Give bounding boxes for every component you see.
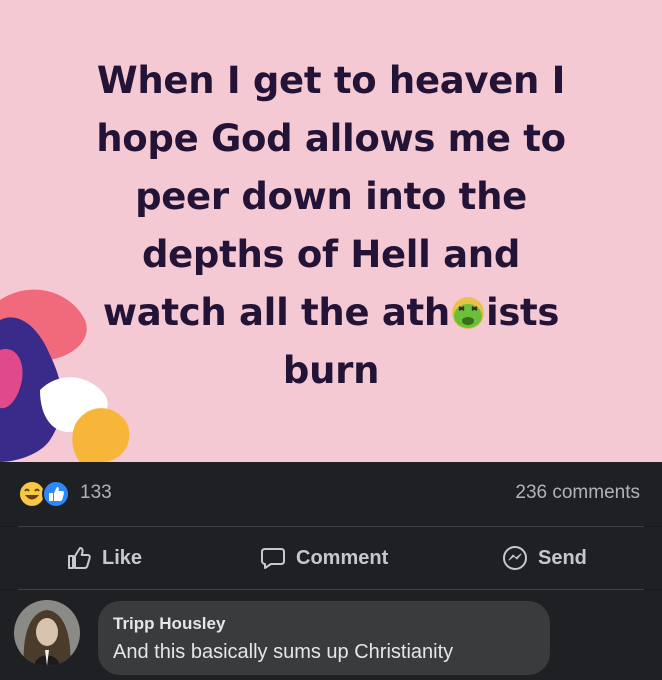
comment-count-link[interactable]: 236 comments [515,482,640,504]
messenger-icon [503,546,527,570]
post-text-line: depths of Hell and [141,233,521,276]
nauseated-face-emoji-icon [451,297,484,329]
comment-text: And this basically sums up Christianity [113,641,454,663]
like-button-label: Like [102,546,143,569]
comment-button[interactable]: Comment [260,540,388,576]
comment-author-name[interactable]: Tripp Housley [113,614,225,634]
post-text-line: peer down into the [135,175,527,218]
comment-bubble-icon [261,548,285,569]
post-text-line-5: watch all the ath ists [40,284,622,342]
post-text: When I get to heaven I hope God allows m… [40,52,622,400]
post-text-line: When I get to heaven I [96,59,566,102]
haha-reaction-icon [18,480,46,508]
avatar[interactable] [14,600,80,666]
reaction-icons[interactable] [18,480,74,508]
comment-button-label: Comment [296,546,389,569]
like-reaction-icon [42,480,70,508]
post-text-fragment: ists [485,291,560,334]
thumbs-up-icon [68,547,91,569]
post-text-line: burn [282,349,380,392]
post-text-fragment: watch all the ath [102,291,450,334]
reaction-count[interactable]: 133 [80,482,112,504]
send-button-label: Send [538,546,587,569]
post-image: When I get to heaven I hope God allows m… [0,0,662,462]
like-button[interactable]: Like [66,540,142,576]
send-button[interactable]: Send [502,540,587,576]
post-text-line: hope God allows me to [96,117,566,160]
